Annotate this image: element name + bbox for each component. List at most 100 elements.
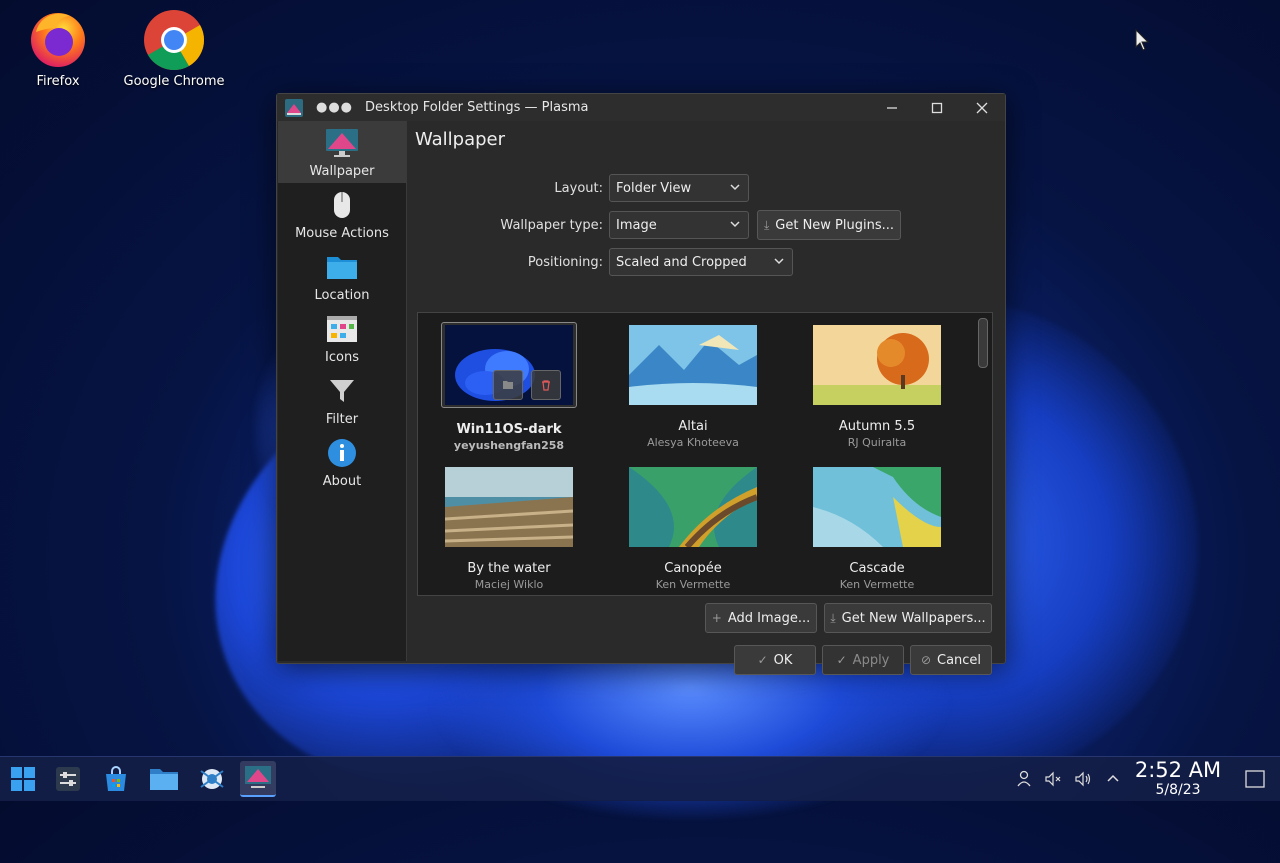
- taskbar-clock[interactable]: 2:52 AM 5/8/23: [1130, 759, 1226, 799]
- open-folder-button[interactable]: [493, 370, 523, 400]
- positioning-label: Positioning:: [527, 254, 603, 270]
- network-globe-icon: [200, 769, 224, 789]
- wallpaper-type-label: Wallpaper type:: [500, 217, 603, 233]
- wallpaper-name: By the water: [467, 561, 551, 576]
- ok-button[interactable]: ✓ OK: [734, 645, 816, 675]
- minimize-button[interactable]: [882, 98, 902, 118]
- apply-button[interactable]: ✓ Apply: [822, 645, 904, 675]
- page-title: Wallpaper: [415, 129, 506, 150]
- store-bag-icon: [106, 766, 126, 791]
- wallpaper-author: Maciej Wiklo: [474, 578, 544, 591]
- show-desktop-button[interactable]: [1243, 767, 1267, 791]
- window-titlebar[interactable]: ●●● Desktop Folder Settings — Plasma: [277, 94, 1005, 121]
- close-button[interactable]: [972, 98, 992, 118]
- info-icon: [325, 436, 359, 470]
- add-image-label: Add Image...: [727, 610, 811, 626]
- start-menu-button[interactable]: [5, 761, 41, 797]
- folder-icon: [150, 769, 178, 790]
- wallpaper-author: yeyushengfan258: [453, 439, 565, 452]
- sidebar-item-label: Location: [314, 288, 370, 303]
- cancel-button[interactable]: ⊘ Cancel: [910, 645, 992, 675]
- volume-icon[interactable]: [1073, 769, 1093, 789]
- sidebar-item-label: Filter: [325, 412, 359, 427]
- mute-icon[interactable]: [1043, 769, 1063, 789]
- maximize-button[interactable]: [927, 98, 947, 118]
- apply-label: Apply: [852, 652, 890, 668]
- taskbar-network-app[interactable]: [194, 761, 230, 797]
- grid-scrollbar[interactable]: [978, 318, 988, 368]
- window-menu-dots[interactable]: ●●●: [316, 100, 353, 115]
- desktop-icon-firefox[interactable]: Firefox: [3, 6, 113, 89]
- clock-time: 2:52 AM: [1134, 758, 1222, 782]
- taskbar-desktop-settings[interactable]: [240, 761, 276, 797]
- wallpaper-type-combobox[interactable]: Image: [609, 211, 749, 239]
- wallpaper-item-by-the-water[interactable]: By the water Maciej Wiklo: [434, 467, 584, 591]
- wallpaper-item-canopee[interactable]: Canopée Ken Vermette: [618, 467, 768, 591]
- settings-sidebar: Wallpaper Mouse Actions Location Icons F…: [278, 121, 407, 661]
- monitor-icon: [245, 766, 271, 788]
- mouse-cursor-icon: [1135, 28, 1150, 55]
- download-icon: ⤓: [763, 217, 770, 232]
- positioning-value: Scaled and Cropped: [616, 254, 747, 270]
- sidebar-item-mouse-actions[interactable]: Mouse Actions: [278, 183, 406, 245]
- folder-icon: [325, 250, 359, 284]
- delete-wallpaper-button[interactable]: [531, 370, 561, 400]
- desktop-icon-label: Firefox: [36, 74, 80, 89]
- settings-content: Wallpaper Layout: Folder View Wallpaper …: [407, 121, 1005, 675]
- mouse-icon: [325, 188, 359, 222]
- clock-date: 5/8/23: [1155, 782, 1201, 798]
- monitor-icon: [325, 126, 359, 160]
- desktop-icon-chrome[interactable]: Google Chrome: [119, 6, 229, 89]
- firefox-icon: [26, 6, 90, 70]
- windows-logo-icon: [11, 767, 35, 791]
- plus-icon: +: [711, 611, 722, 625]
- layout-combobox[interactable]: Folder View: [609, 174, 749, 202]
- get-new-plugins-button[interactable]: ⤓ Get New Plugins...: [757, 210, 901, 240]
- icons-grid-icon: [325, 312, 359, 346]
- wallpaper-item-win11os-dark[interactable]: Win11OS-dark yeyushengfan258: [434, 322, 584, 452]
- layout-value: Folder View: [616, 180, 692, 196]
- wallpaper-name: Win11OS-dark: [456, 422, 562, 437]
- sidebar-item-filter[interactable]: Filter: [278, 369, 406, 431]
- funnel-icon: [325, 374, 359, 408]
- chevron-up-icon[interactable]: [1103, 769, 1123, 789]
- layout-row: Layout: Folder View: [417, 174, 749, 202]
- download-icon: ⤓: [830, 610, 836, 625]
- wallpaper-name: Cascade: [849, 561, 905, 576]
- sidebar-item-wallpaper[interactable]: Wallpaper: [278, 121, 406, 183]
- sidebar-item-label: Icons: [325, 350, 359, 365]
- checkmark-icon: ✓: [757, 653, 768, 667]
- layout-label: Layout:: [554, 180, 603, 196]
- sidebar-item-location[interactable]: Location: [278, 245, 406, 307]
- taskbar-store-app[interactable]: [98, 761, 134, 797]
- sidebar-item-label: Mouse Actions: [295, 226, 389, 241]
- taskbar-file-manager[interactable]: [146, 761, 182, 797]
- wallpaper-item-altai[interactable]: Altai Alesya Khoteeva: [618, 325, 768, 449]
- wallpaper-thumbnail: [813, 325, 941, 405]
- ok-label: OK: [773, 652, 793, 668]
- add-image-button[interactable]: + Add Image...: [705, 603, 817, 633]
- wallpaper-type-row: Wallpaper type: Image ⤓ Get New Plugins.…: [417, 210, 901, 240]
- wallpaper-author: Alesya Khoteeva: [647, 436, 739, 449]
- positioning-row: Positioning: Scaled and Cropped: [417, 248, 793, 276]
- sidebar-item-about[interactable]: About: [278, 431, 406, 493]
- plasma-settings-icon: [284, 98, 304, 118]
- wallpaper-item-autumn[interactable]: Autumn 5.5 RJ Quiralta: [802, 325, 952, 449]
- wallpaper-grid[interactable]: Win11OS-dark yeyushengfan258 Altai Alesy…: [417, 312, 993, 596]
- user-switch-icon[interactable]: [1015, 769, 1035, 789]
- wallpaper-item-cascade[interactable]: Cascade Ken Vermette: [802, 467, 952, 591]
- get-new-plugins-label: Get New Plugins...: [775, 217, 895, 233]
- sidebar-item-icons[interactable]: Icons: [278, 307, 406, 369]
- wallpaper-author: Ken Vermette: [655, 578, 731, 591]
- positioning-combobox[interactable]: Scaled and Cropped: [609, 248, 793, 276]
- sliders-icon: [56, 767, 80, 791]
- cancel-icon: ⊘: [920, 653, 931, 667]
- folder-icon: [503, 381, 513, 389]
- wallpaper-thumbnail: [629, 467, 759, 549]
- wallpaper-author: RJ Quiralta: [847, 436, 907, 449]
- taskbar-settings-app[interactable]: [50, 761, 86, 797]
- chrome-icon: [142, 6, 206, 71]
- chevron-down-icon: [730, 221, 740, 228]
- cancel-label: Cancel: [937, 652, 982, 668]
- get-new-wallpapers-button[interactable]: ⤓ Get New Wallpapers...: [824, 603, 992, 633]
